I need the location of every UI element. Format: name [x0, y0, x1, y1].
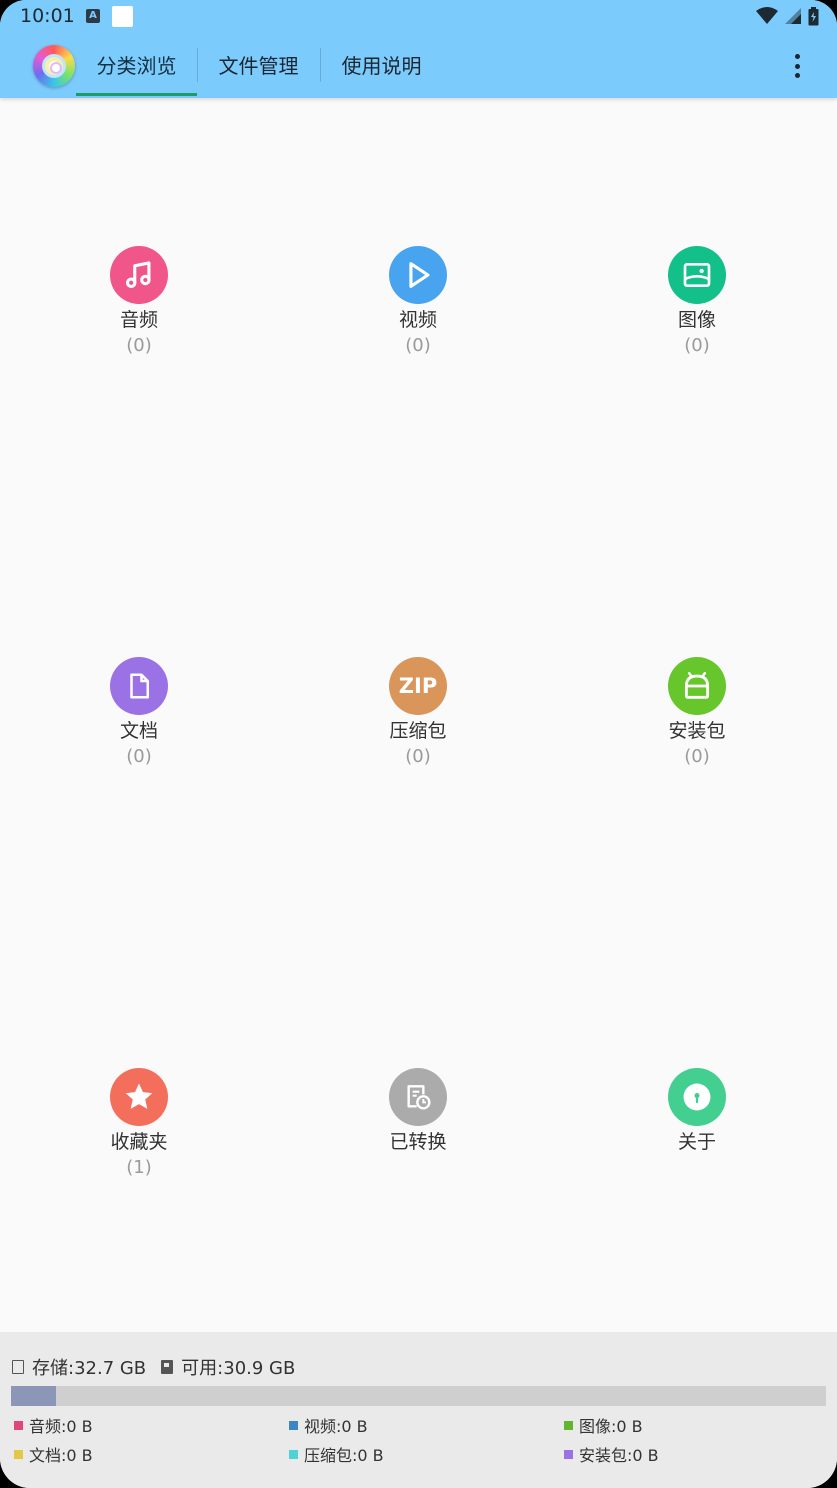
storage-info: 存储:32.7 GB 可用:30.9 GB — [12, 1356, 296, 1379]
category-label: 视频 — [398, 309, 437, 331]
legend-swatch — [14, 1449, 23, 1459]
legend-image: 图像:0 B — [564, 1415, 643, 1436]
play-icon — [389, 246, 447, 304]
category-count: (0) — [405, 746, 431, 767]
category-count: (0) — [126, 335, 152, 356]
legend-swatch — [564, 1449, 573, 1459]
document-icon — [110, 657, 168, 715]
sd-card-icon — [161, 1360, 174, 1374]
image-icon — [668, 246, 726, 304]
legend-label: 压缩包:0 B — [304, 1446, 384, 1465]
legend-audio: 音频:0 B — [14, 1415, 93, 1436]
legend-video: 视频:0 B — [289, 1415, 368, 1436]
storage-panel: 存储:32.7 GB 可用:30.9 GB 音频:0 B 视频:0 B 图像:0… — [0, 1332, 837, 1488]
category-count: (0) — [684, 746, 710, 767]
zip-icon: ZIP — [389, 657, 447, 715]
storage-usage-bar — [11, 1386, 826, 1406]
app-logo-icon — [33, 45, 75, 87]
legend-apk: 安装包:0 B — [564, 1444, 659, 1465]
category-label: 音频 — [119, 309, 158, 331]
music-note-icon — [110, 246, 168, 304]
notification-a-icon: A — [86, 9, 100, 23]
legend-archive: 压缩包:0 B — [289, 1444, 384, 1465]
category-document[interactable]: 文档 (0) — [29, 657, 249, 768]
phone-screen: 10:01 A 分类浏览 文件管理 使用说明 音频 (0) 视频 (0) 图像 … — [0, 0, 837, 1488]
battery-icon — [808, 6, 819, 25]
tab-indicator — [76, 93, 197, 96]
category-video[interactable]: 视频 (0) — [308, 246, 528, 357]
category-label: 关于 — [677, 1131, 716, 1153]
legend-swatch — [289, 1449, 298, 1459]
wifi-icon — [756, 7, 778, 24]
category-favorites[interactable]: 收藏夹 (1) — [29, 1068, 249, 1179]
overflow-menu-button[interactable] — [785, 52, 809, 80]
category-count: (0) — [684, 335, 710, 356]
android-icon — [668, 657, 726, 715]
legend-label: 音频:0 B — [29, 1417, 93, 1436]
signal-icon — [785, 8, 801, 24]
zip-icon-text: ZIP — [398, 674, 438, 698]
tab-instructions[interactable]: 使用说明 — [321, 34, 442, 98]
category-converted[interactable]: 已转换 — [308, 1068, 528, 1154]
category-label: 压缩包 — [389, 720, 447, 742]
category-label: 文档 — [119, 720, 158, 742]
dot — [794, 73, 800, 78]
category-label: 安装包 — [668, 720, 726, 742]
legend-label: 安装包:0 B — [579, 1446, 659, 1465]
category-label: 图像 — [677, 309, 716, 331]
storage-available: 可用:30.9 GB — [181, 1358, 296, 1379]
category-apk[interactable]: 安装包 (0) — [587, 657, 807, 768]
status-bar: 10:01 A — [0, 0, 837, 34]
legend-swatch — [289, 1420, 298, 1430]
category-audio[interactable]: 音频 (0) — [29, 246, 249, 357]
category-count: (0) — [126, 746, 152, 767]
converted-file-icon — [389, 1068, 447, 1126]
tab-category-browse[interactable]: 分类浏览 — [76, 34, 197, 98]
legend-label: 文档:0 B — [29, 1446, 93, 1465]
star-icon — [110, 1068, 168, 1126]
category-count: (0) — [405, 335, 431, 356]
storage-total: 存储:32.7 GB — [32, 1358, 147, 1379]
category-label: 已转换 — [389, 1131, 447, 1153]
legend-label: 视频:0 B — [304, 1417, 368, 1436]
storage-icon — [12, 1360, 24, 1374]
app-bar: 分类浏览 文件管理 使用说明 — [0, 34, 837, 98]
category-count: (1) — [126, 1157, 152, 1178]
legend-swatch — [564, 1420, 573, 1430]
info-icon — [668, 1068, 726, 1126]
dot — [794, 63, 800, 69]
category-label: 收藏夹 — [110, 1131, 168, 1153]
status-icons — [756, 6, 819, 26]
dot — [794, 54, 800, 59]
category-about[interactable]: 关于 — [587, 1068, 807, 1154]
status-time: 10:01 — [20, 5, 75, 27]
legend-document: 文档:0 B — [14, 1444, 93, 1465]
legend-label: 图像:0 B — [579, 1417, 643, 1436]
tab-file-manager[interactable]: 文件管理 — [198, 34, 319, 98]
notification-square-icon — [112, 6, 133, 27]
storage-usage-fill — [11, 1386, 56, 1406]
category-archive[interactable]: ZIP 压缩包 (0) — [308, 657, 528, 768]
legend-swatch — [14, 1420, 23, 1430]
category-image[interactable]: 图像 (0) — [587, 246, 807, 357]
